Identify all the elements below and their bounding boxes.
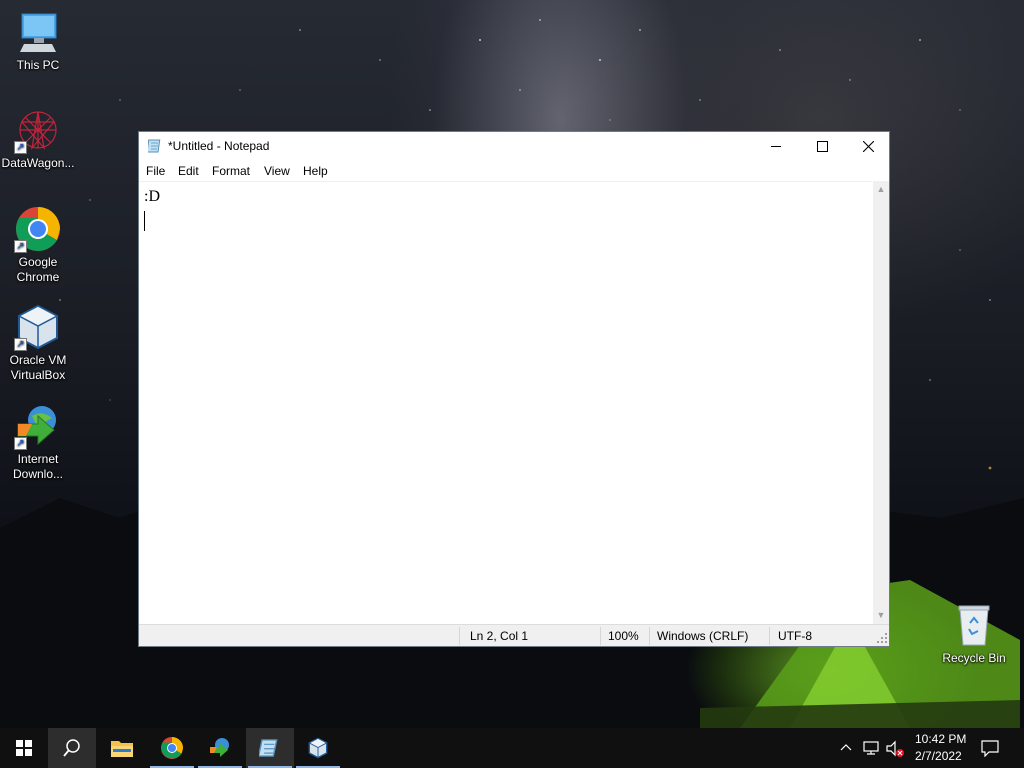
chrome-icon: ↗	[14, 205, 62, 253]
taskbar-virtualbox[interactable]	[294, 728, 342, 768]
action-center-button[interactable]	[980, 739, 1000, 758]
status-bar: Ln 2, Col 1 100% Windows (CRLF) UTF-8	[139, 624, 889, 646]
text-line-1: :D	[144, 188, 160, 205]
desktop-icon-label: Recycle Bin	[942, 651, 1006, 665]
shortcut-arrow-icon: ↗	[14, 141, 27, 154]
internet-download-manager-icon	[210, 738, 229, 757]
menu-bar: File Edit Format View Help	[139, 161, 889, 181]
notepad-icon	[259, 739, 278, 757]
desktop-icon-datawagon[interactable]: ↗ DataWagon...	[0, 106, 76, 171]
chrome-icon	[161, 737, 183, 759]
status-line-ending: Windows (CRLF)	[657, 629, 749, 643]
close-button[interactable]	[845, 132, 891, 160]
window-title: *Untitled - Notepad	[168, 139, 270, 153]
shortcut-arrow-icon: ↗	[14, 437, 27, 450]
desktop-icon-label: DataWagon...	[1, 156, 75, 170]
status-zoom: 100%	[608, 629, 639, 643]
shortcut-arrow-icon: ↗	[14, 338, 27, 351]
taskbar: 10:42 PM 2/7/2022	[0, 728, 1024, 768]
desktop-icon-label: Chrome	[16, 270, 60, 284]
network-button[interactable]	[862, 740, 880, 756]
desktop-icon-label: Internet	[17, 452, 59, 466]
vertical-scrollbar[interactable]: ▲ ▼	[873, 181, 889, 624]
desktop-icon-label: VirtualBox	[10, 368, 66, 382]
desktop-icon-label: Google	[18, 255, 58, 269]
status-position: Ln 2, Col 1	[470, 629, 529, 643]
menu-file[interactable]: File	[146, 164, 165, 178]
network-icon	[863, 741, 879, 755]
taskbar-chrome[interactable]	[148, 728, 196, 768]
taskbar-internet-download-manager[interactable]	[196, 728, 244, 768]
status-separator	[459, 627, 460, 645]
datawagon-icon: ↗	[14, 106, 62, 154]
scroll-down-icon[interactable]: ▼	[873, 607, 889, 624]
desktop-icon-recycle-bin[interactable]: Recycle Bin	[936, 601, 1012, 666]
clock[interactable]: 10:42 PM 2/7/2022	[912, 728, 968, 768]
close-icon	[862, 140, 874, 152]
clock-time: 10:42 PM	[915, 732, 967, 746]
chevron-up-icon	[840, 744, 852, 751]
virtualbox-icon: ↗	[14, 303, 62, 351]
title-bar[interactable]: *Untitled - Notepad	[139, 132, 889, 160]
desktop-icon-virtualbox[interactable]: ↗ Oracle VM VirtualBox	[0, 303, 76, 383]
desktop-icon-label: Oracle VM	[9, 353, 67, 367]
desktop-icon-label: This PC	[16, 58, 60, 72]
minimize-button[interactable]	[753, 132, 799, 160]
search-button[interactable]	[48, 728, 96, 768]
this-pc-icon	[14, 8, 62, 56]
notification-icon	[981, 740, 999, 758]
search-icon	[63, 739, 80, 757]
windows-logo-icon	[16, 740, 32, 756]
status-separator	[769, 627, 770, 645]
scroll-up-icon[interactable]: ▲	[873, 181, 889, 198]
menu-format[interactable]: Format	[212, 164, 250, 178]
minimize-icon	[771, 146, 781, 147]
resize-grip-icon[interactable]	[877, 633, 887, 643]
virtualbox-icon	[308, 737, 328, 759]
clock-date: 2/7/2022	[915, 749, 962, 763]
notepad-icon	[148, 139, 161, 153]
text-caret	[144, 211, 145, 231]
taskbar-file-explorer[interactable]	[98, 728, 146, 768]
menu-help[interactable]: Help	[303, 164, 328, 178]
shortcut-arrow-icon: ↗	[14, 240, 27, 253]
volume-button[interactable]	[885, 740, 905, 758]
internet-download-manager-icon: ↗	[14, 402, 62, 450]
maximize-icon	[816, 140, 828, 152]
folder-icon	[111, 741, 133, 757]
desktop-icon-label: Downlo...	[12, 467, 64, 481]
show-hidden-icons-button[interactable]	[838, 740, 854, 756]
desktop-icon-google-chrome[interactable]: ↗ Google Chrome	[0, 205, 76, 285]
desktop-icon-this-pc[interactable]: This PC	[0, 8, 76, 73]
status-separator	[649, 627, 650, 645]
desktop-icon-internet-download-manager[interactable]: ↗ Internet Downlo...	[0, 402, 76, 482]
maximize-button[interactable]	[799, 132, 845, 160]
notepad-window[interactable]: *Untitled - Notepad File Edit Format Vie…	[138, 131, 890, 647]
menu-view[interactable]: View	[264, 164, 290, 178]
status-separator	[600, 627, 601, 645]
start-button[interactable]	[0, 728, 48, 768]
menu-edit[interactable]: Edit	[178, 164, 199, 178]
recycle-bin-icon	[950, 601, 998, 649]
text-editor-area[interactable]: :D	[139, 181, 872, 625]
status-encoding: UTF-8	[778, 629, 812, 643]
volume-muted-icon	[886, 740, 904, 757]
taskbar-notepad[interactable]	[246, 728, 294, 768]
